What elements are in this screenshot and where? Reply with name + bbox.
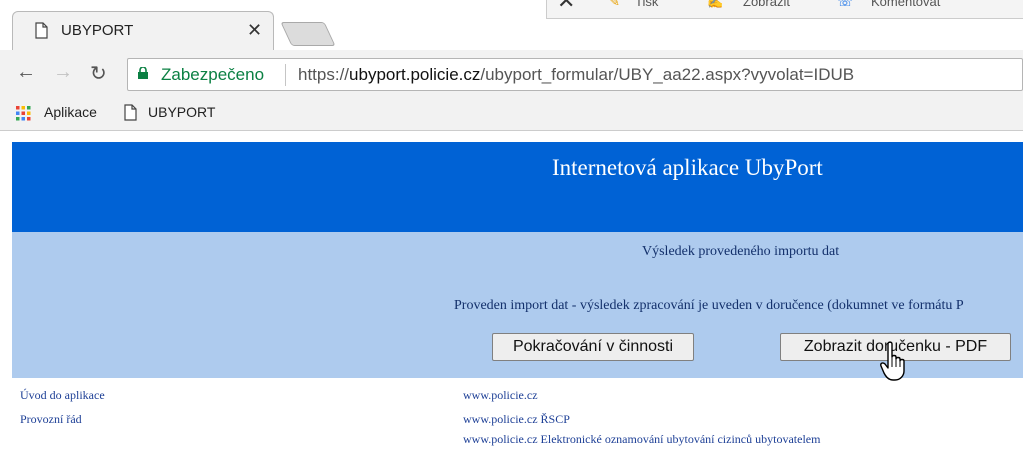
- tab-strip: ✕ ✎ Tisk ✍ Zobrazit ☏ Komentovat UBYPORT…: [0, 0, 1023, 51]
- sign-icon: ✍: [707, 0, 724, 9]
- toolbar-item-comment[interactable]: Komentovat: [871, 0, 940, 9]
- pdf-toolbar-fragment: ✕ ✎ Tisk ✍ Zobrazit ☏ Komentovat: [546, 0, 1023, 19]
- bookmark-ubyport[interactable]: UBYPORT: [148, 104, 215, 120]
- link-policie-rscp[interactable]: www.policie.cz ŘSCP: [463, 412, 570, 427]
- link-operating-rules[interactable]: Provozní řád: [20, 412, 82, 427]
- url-text[interactable]: https://ubyport.policie.cz/ubyport_formu…: [298, 65, 854, 85]
- comment-icon: ☏: [837, 0, 854, 9]
- tab-title: UBYPORT: [61, 22, 134, 39]
- url-host: ubyport.policie.cz: [349, 65, 481, 84]
- toolbar-item-print[interactable]: Tisk: [635, 0, 658, 9]
- bookmarks-bar: Aplikace UBYPORT: [0, 96, 1023, 131]
- address-divider: [285, 64, 286, 86]
- reload-icon[interactable]: ↻: [90, 61, 107, 86]
- lock-icon: [138, 67, 148, 79]
- page-title: Internetová aplikace UbyPort: [552, 155, 823, 180]
- apps-grid-icon: [16, 106, 31, 121]
- url-path: /ubyport_formular/UBY_aa22.aspx?vyvolat=…: [480, 65, 855, 84]
- forward-arrow-icon[interactable]: →: [53, 61, 73, 84]
- page-icon: [124, 104, 137, 121]
- result-message: Proveden import dat - výsledek zpracován…: [454, 298, 964, 313]
- bookmark-apps[interactable]: Aplikace: [44, 104, 97, 120]
- back-arrow-icon[interactable]: ←: [16, 61, 36, 84]
- link-policie-e-notification[interactable]: www.policie.cz Elektronické oznamování u…: [463, 432, 820, 447]
- new-tab-button[interactable]: [280, 22, 336, 46]
- result-panel: Výsledek provedeného importu dat Provede…: [12, 232, 1023, 378]
- address-bar[interactable]: Zabezpečeno https://ubyport.policie.cz/u…: [127, 58, 1023, 91]
- security-label: Zabezpečeno: [161, 65, 265, 84]
- browser-tab[interactable]: UBYPORT ✕: [12, 11, 274, 51]
- close-icon[interactable]: ✕: [247, 20, 262, 41]
- url-scheme: https://: [298, 65, 350, 84]
- toolbar-item-view[interactable]: Zobrazit: [743, 0, 790, 9]
- result-heading: Výsledek provedeného importu dat: [642, 244, 840, 259]
- hand-cursor-icon: [880, 341, 905, 381]
- link-policie[interactable]: www.policie.cz: [463, 388, 538, 403]
- close-icon[interactable]: ✕: [557, 0, 575, 14]
- pen-icon: ✎: [609, 0, 620, 9]
- app-header-banner: Internetová aplikace UbyPort: [12, 142, 1023, 232]
- continue-button[interactable]: Pokračování v činnosti: [492, 333, 694, 361]
- link-intro[interactable]: Úvod do aplikace: [20, 388, 105, 403]
- page-icon: [35, 22, 48, 39]
